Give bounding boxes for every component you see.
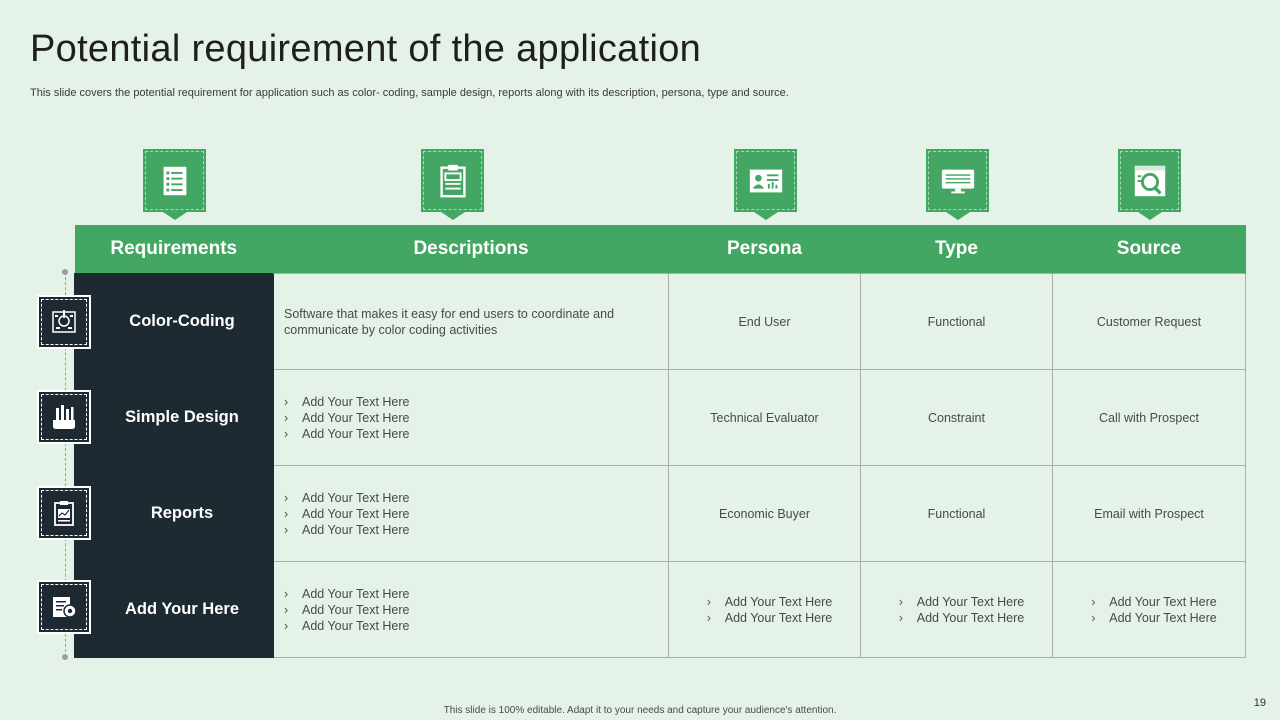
requirement-cell: Add Your Here xyxy=(74,561,274,658)
header-source: Source xyxy=(1052,225,1246,274)
source-cell: Call with Prospect xyxy=(1052,369,1246,466)
persona-cell: Technical Evaluator xyxy=(668,369,861,466)
requirement-cell: Color-Coding xyxy=(74,273,274,370)
bullet-item: Add Your Text Here xyxy=(1091,594,1216,610)
search-report-icon xyxy=(1118,149,1181,220)
bullet-item: Add Your Text Here xyxy=(284,490,668,506)
description-cell: Add Your Text Here Add Your Text Here Ad… xyxy=(273,465,669,562)
persona-cell: Add Your Text Here Add Your Text Here xyxy=(668,561,861,658)
persona-cell: End User xyxy=(668,273,861,370)
checklist-icon xyxy=(143,149,206,220)
table-row: Color-Coding Software that makes it easy… xyxy=(74,273,1246,370)
settings-document-icon xyxy=(37,580,91,634)
monitor-icon xyxy=(926,149,989,220)
timeline-dot xyxy=(62,269,68,275)
design-tools-icon xyxy=(37,390,91,444)
type-cell: Constraint xyxy=(860,369,1053,466)
page-number: 19 xyxy=(1253,697,1266,709)
type-cell: Functional xyxy=(860,273,1053,370)
type-cell: Functional xyxy=(860,465,1053,562)
palette-icon xyxy=(37,295,91,349)
requirements-table: Requirements Descriptions Persona Type S… xyxy=(74,225,1246,658)
bullet-item: Add Your Text Here xyxy=(284,522,668,538)
description-cell: Software that makes it easy for end user… xyxy=(273,273,669,370)
report-icon xyxy=(37,486,91,540)
table-header-row: Requirements Descriptions Persona Type S… xyxy=(74,225,1246,274)
requirement-cell: Reports xyxy=(74,465,274,562)
bullet-item: Add Your Text Here xyxy=(284,602,668,618)
slide-title: Potential requirement of the application xyxy=(30,28,702,70)
description-cell: Add Your Text Here Add Your Text Here Ad… xyxy=(273,561,669,658)
bullet-item: Add Your Text Here xyxy=(1091,610,1216,626)
source-cell: Add Your Text Here Add Your Text Here xyxy=(1052,561,1246,658)
requirement-cell: Simple Design xyxy=(74,369,274,466)
bullet-item: Add Your Text Here xyxy=(284,586,668,602)
header-requirements: Requirements xyxy=(74,225,274,274)
bullet-item: Add Your Text Here xyxy=(899,610,1024,626)
bullet-item: Add Your Text Here xyxy=(284,394,668,410)
clipboard-icon xyxy=(421,149,484,220)
description-cell: Add Your Text Here Add Your Text Here Ad… xyxy=(273,369,669,466)
bullet-item: Add Your Text Here xyxy=(707,594,832,610)
table-row: Reports Add Your Text Here Add Your Text… xyxy=(74,465,1246,562)
source-cell: Email with Prospect xyxy=(1052,465,1246,562)
slide-footer: This slide is 100% editable. Adapt it to… xyxy=(443,705,837,716)
type-cell: Add Your Text Here Add Your Text Here xyxy=(860,561,1053,658)
bullet-item: Add Your Text Here xyxy=(707,610,832,626)
header-persona: Persona xyxy=(668,225,861,274)
header-descriptions: Descriptions xyxy=(273,225,669,274)
bullet-item: Add Your Text Here xyxy=(284,618,668,634)
bullet-item: Add Your Text Here xyxy=(899,594,1024,610)
slide-subtitle: This slide covers the potential requirem… xyxy=(30,87,789,99)
table-row: Add Your Here Add Your Text Here Add You… xyxy=(74,561,1246,658)
bullet-item: Add Your Text Here xyxy=(284,506,668,522)
source-cell: Customer Request xyxy=(1052,273,1246,370)
table-row: Simple Design Add Your Text Here Add You… xyxy=(74,369,1246,466)
header-type: Type xyxy=(860,225,1053,274)
persona-cell: Economic Buyer xyxy=(668,465,861,562)
id-card-icon xyxy=(734,149,797,220)
bullet-item: Add Your Text Here xyxy=(284,426,668,442)
timeline-dot xyxy=(62,654,68,660)
bullet-item: Add Your Text Here xyxy=(284,410,668,426)
